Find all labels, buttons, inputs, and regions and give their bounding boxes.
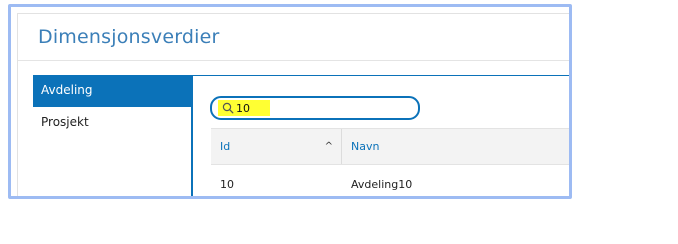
table-header: Id ^ Navn bbox=[211, 128, 569, 165]
content-left-border bbox=[191, 75, 193, 196]
column-header-label: Navn bbox=[351, 140, 380, 153]
title-divider bbox=[18, 60, 569, 61]
sidebar-item-prosjekt[interactable]: Prosjekt bbox=[33, 107, 191, 139]
search-box[interactable] bbox=[210, 96, 420, 120]
sidebar-item-avdeling[interactable]: Avdeling bbox=[33, 75, 191, 107]
dimension-table: Id ^ Navn 10 Avdeling10 bbox=[211, 128, 569, 196]
sidebar-item-label: Avdeling bbox=[41, 83, 93, 97]
cell-id: 10 bbox=[220, 178, 234, 191]
page-title: Dimensjonsverdier bbox=[38, 26, 220, 48]
cell-navn: Avdeling10 bbox=[351, 178, 413, 191]
column-header-id[interactable]: Id ^ bbox=[211, 129, 342, 164]
screenshot-frame: Dimensjonsverdier Avdeling Prosjekt Id bbox=[8, 4, 572, 199]
search-icon bbox=[222, 102, 234, 114]
search-input[interactable] bbox=[236, 99, 406, 117]
sort-ascending-icon: ^ bbox=[324, 141, 333, 152]
sidebar-item-label: Prosjekt bbox=[41, 115, 89, 129]
column-header-navn[interactable]: Navn bbox=[342, 129, 569, 164]
content-top-border bbox=[191, 75, 569, 76]
sidebar: Avdeling Prosjekt bbox=[33, 75, 191, 196]
column-header-label: Id bbox=[220, 140, 231, 153]
table-row[interactable]: 10 Avdeling10 bbox=[211, 165, 569, 196]
dimension-values-panel: Dimensjonsverdier Avdeling Prosjekt Id bbox=[17, 13, 569, 196]
